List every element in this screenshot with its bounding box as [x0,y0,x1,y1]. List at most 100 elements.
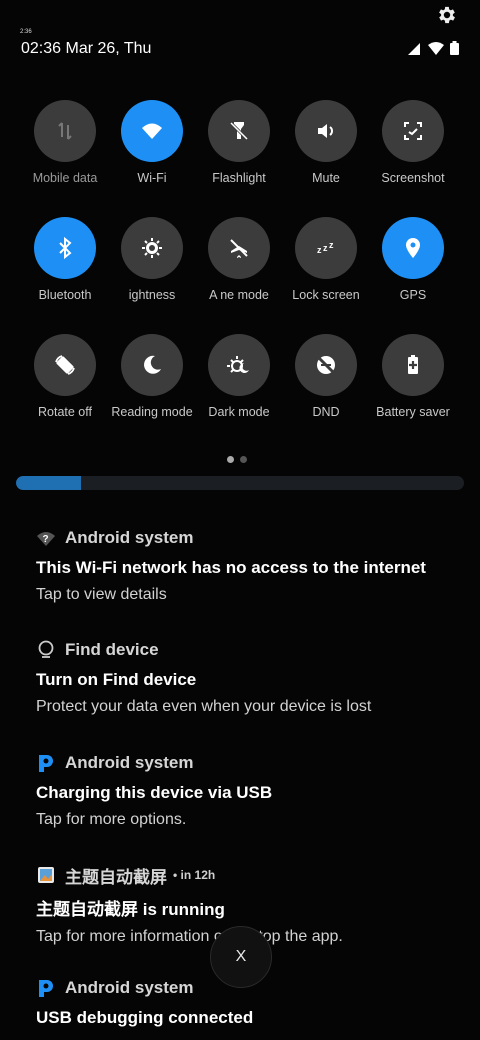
tile-wi-fi[interactable]: Wi-Fi [107,100,197,185]
notification-time: • in 12h [173,868,216,882]
bluetooth-icon [59,236,72,260]
tile-button[interactable] [34,100,96,162]
tile-label: Wi-Fi [137,171,167,185]
wifi-question-icon: ? [36,528,56,548]
notification-title: USB debugging connected [36,1008,254,1027]
tile-button[interactable] [295,334,357,396]
screenshot-icon [404,122,422,140]
wifi-icon [142,123,162,139]
notification-item[interactable]: Android system Charging this device via U… [36,752,466,829]
tile-button[interactable] [121,334,183,396]
tile-label: Rotate off [38,405,92,419]
android-system-icon [36,978,56,998]
tile-dnd[interactable]: DND [281,334,371,419]
tile-label: Screenshot [381,171,445,185]
tile-reading-mode[interactable]: Reading mode [107,334,197,419]
page-dot-1 [227,456,234,463]
svg-text:?: ? [43,534,49,545]
tile-label: Battery saver [376,405,450,419]
brightness-icon [142,238,162,258]
page-indicator [227,450,253,468]
tile-button[interactable] [208,217,270,279]
tile-gps[interactable]: GPS [368,217,458,302]
tile-screenshot[interactable]: Screenshot [368,100,458,185]
notification-text: Tap for more options. [36,811,187,828]
tile-label: A ne mode [209,288,269,302]
notification-app-name: 主题自动截屏 [65,867,167,887]
tile-button[interactable] [208,100,270,162]
tile-button[interactable] [121,100,183,162]
tile-button[interactable] [295,100,357,162]
tile-mobile-data[interactable]: Mobile data [20,100,110,185]
notification-header: ? Android system [36,527,466,549]
progress-fill [16,476,81,490]
tile-label: DND [312,405,340,419]
notification-title: Turn on Find device [36,670,197,689]
battery-saver-icon [408,355,418,374]
notification-item[interactable]: ? Android system This Wi-Fi network has no… [36,527,466,604]
tile-button[interactable] [34,217,96,279]
tile-dark-mode[interactable]: Dark mode [194,334,284,419]
date-time: 02:36 Mar 26, Thu [21,40,152,57]
notification-app-name: Android system [65,978,194,997]
notification-text: Tap to view details [36,586,167,603]
tile-button[interactable] [382,217,444,279]
tile-button[interactable] [34,334,96,396]
tile-label: Reading mode [111,405,193,419]
close-button[interactable]: X [210,926,272,988]
tile-label: GPS [399,288,427,302]
notification-app-name: Find device [65,640,159,659]
tile-button[interactable] [382,334,444,396]
svg-text:z: z [329,240,334,250]
tile-a-ne-mode[interactable]: A ne mode [194,217,284,302]
tile-label: Mobile data [32,171,98,185]
airplane-icon [230,238,248,258]
moon-icon [144,355,161,374]
app-icon [36,865,56,885]
mobile-data-icon [58,122,72,140]
tile-flashlight[interactable]: Flashlight [194,100,284,185]
tile-rotate-off[interactable]: Rotate off [20,334,110,419]
find-device-icon [36,640,56,660]
tile-button[interactable] [208,334,270,396]
tile-ightness[interactable]: ightness [107,217,197,302]
flashlight-icon [229,121,249,141]
svg-text:z: z [317,245,322,255]
dnd-icon [317,356,335,374]
notification-app-name: Android system [65,528,194,547]
tile-button[interactable]: zzz [295,217,357,279]
volume-icon [318,124,333,138]
notification-header: Android system [36,752,466,774]
page-dot-2 [240,456,247,463]
notification-header: 主题自动截屏 • in 12h [36,864,466,887]
notification-title: 主题自动截屏 is running [36,900,225,919]
tile-bluetooth[interactable]: Bluetooth [20,217,110,302]
notification-title: Charging this device via USB [36,783,273,802]
notification-header: Find device [36,639,466,661]
svg-text:z: z [323,243,328,253]
tile-button[interactable] [121,217,183,279]
rotate-icon [55,355,75,375]
notification-text: Protect your data even when your device … [36,698,372,715]
location-icon [406,238,420,258]
notification-app-name: Android system [65,753,194,772]
notification-title: This Wi-Fi network has no access to the … [36,558,426,577]
tile-button[interactable] [382,100,444,162]
brightness-progress-bar[interactable] [16,476,464,490]
tile-battery-saver[interactable]: Battery saver [368,334,458,419]
notification-item[interactable]: Find device Turn on Find device Protect yo… [36,639,466,716]
sleep-icon: zzz [317,240,334,255]
gear-icon[interactable] [436,4,458,26]
wifi-icon [428,42,444,55]
tile-label: Flashlight [212,171,266,185]
tile-label: Mute [312,171,340,185]
tile-label: ightness [128,288,176,302]
tile-lock-screen[interactable]: z z z Lock screen [281,217,371,302]
tile-mute[interactable]: Mute [281,100,371,185]
dark-mode-icon [227,356,249,373]
battery-icon [450,41,459,55]
tiny-time: 2:36 [20,29,32,35]
tile-label: Dark mode [208,405,270,419]
tile-label: Bluetooth [38,288,92,302]
tile-label: Lock screen [292,288,360,302]
